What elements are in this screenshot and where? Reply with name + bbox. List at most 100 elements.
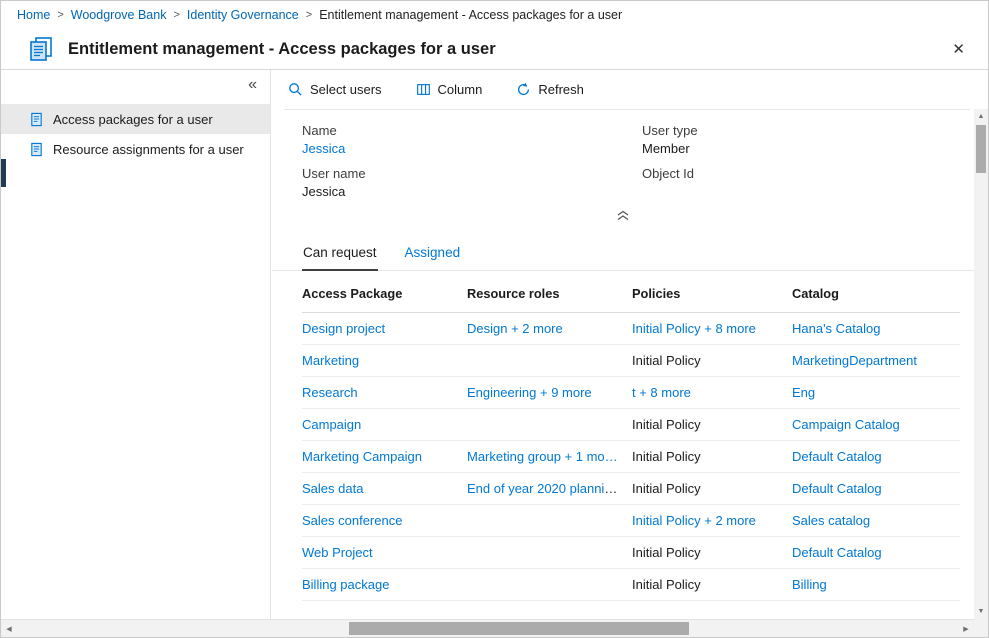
breadcrumb-current: Entitlement management - Access packages… [319, 8, 622, 22]
cell-access-package: Billing package [302, 569, 467, 601]
resource-roles-link[interactable]: Marketing group + 1 mo… [467, 449, 618, 464]
object-id-label: Object Id [642, 166, 974, 181]
cell-policies: Initial Policy [632, 569, 792, 601]
resource-assignments-icon [29, 142, 44, 157]
cell-access-package: Design project [302, 313, 467, 345]
column-button[interactable]: Column [414, 78, 485, 101]
search-icon [288, 82, 303, 97]
breadcrumb-separator: > [173, 9, 179, 21]
cell-access-package: Research [302, 377, 467, 409]
scroll-down-arrow[interactable]: ▼ [974, 604, 988, 619]
cell-policies: Initial Policy [632, 537, 792, 569]
horizontal-scroll-thumb[interactable] [349, 622, 689, 635]
field-object-id: Object Id [642, 166, 974, 200]
scroll-right-arrow[interactable]: ▶ [958, 620, 974, 637]
policies-value: Initial Policy [632, 417, 701, 432]
resource-roles-link[interactable]: Design + 2 more [467, 321, 563, 336]
resource-roles-link[interactable]: End of year 2020 plannin… [467, 481, 625, 496]
resource-roles-link[interactable]: Engineering + 9 more [467, 385, 592, 400]
tab-can-request[interactable]: Can request [302, 238, 378, 271]
breadcrumb-woodgrove-bank[interactable]: Woodgrove Bank [71, 8, 167, 22]
access-package-link[interactable]: Sales data [302, 481, 363, 496]
table-row: Research Engineering + 9 more t + 8 more… [302, 377, 960, 409]
policies-value[interactable]: t + 8 more [632, 385, 691, 400]
scrollbar-corner [974, 619, 988, 637]
sidebar: « Access packages for a user [1, 70, 271, 619]
cell-catalog: Default Catalog [792, 441, 960, 473]
access-package-link[interactable]: Research [302, 385, 358, 400]
access-package-link[interactable]: Web Project [302, 545, 373, 560]
name-label: Name [302, 123, 642, 138]
cell-catalog: Hana's Catalog [792, 313, 960, 345]
access-package-link[interactable]: Campaign [302, 417, 361, 432]
cell-catalog: Sales catalog [792, 505, 960, 537]
cell-policies: Initial Policy + 2 more [632, 505, 792, 537]
name-value-link[interactable]: Jessica [302, 141, 642, 157]
cell-policies: Initial Policy [632, 345, 792, 377]
access-packages-table: Access Package Resource roles Policies C… [302, 273, 960, 601]
user-details: Name Jessica User type Member User name … [272, 110, 974, 200]
toolbar-label: Refresh [538, 82, 584, 97]
object-id-value [642, 184, 974, 200]
access-package-link[interactable]: Design project [302, 321, 385, 336]
breadcrumb-separator: > [306, 9, 312, 21]
cell-resource-roles: Design + 2 more [467, 313, 632, 345]
table-row: Web Project Initial Policy Default Catal… [302, 537, 960, 569]
cell-catalog: Default Catalog [792, 537, 960, 569]
breadcrumb-identity-governance[interactable]: Identity Governance [187, 8, 299, 22]
policies-value: Initial Policy [632, 545, 701, 560]
horizontal-scrollbar[interactable]: ◀ ▶ [1, 619, 974, 637]
cell-access-package: Campaign [302, 409, 467, 441]
toolbar-label: Select users [310, 82, 382, 97]
access-packages-icon [29, 112, 44, 127]
sidebar-item-access-packages[interactable]: Access packages for a user [1, 104, 270, 134]
catalog-link[interactable]: Campaign Catalog [792, 417, 900, 432]
catalog-link[interactable]: Default Catalog [792, 545, 882, 560]
refresh-button[interactable]: Refresh [514, 78, 586, 101]
catalog-link[interactable]: Default Catalog [792, 481, 882, 496]
policies-value[interactable]: Initial Policy + 2 more [632, 513, 756, 528]
access-package-link[interactable]: Sales conference [302, 513, 402, 528]
sidebar-item-resource-assignments[interactable]: Resource assignments for a user [1, 134, 270, 164]
toolbar: Select users Column [272, 70, 974, 109]
tab-strip: Can request Assigned [272, 238, 974, 271]
catalog-link[interactable]: Default Catalog [792, 449, 882, 464]
tab-assigned[interactable]: Assigned [404, 238, 462, 270]
catalog-link[interactable]: Hana's Catalog [792, 321, 880, 336]
breadcrumb-home[interactable]: Home [17, 8, 50, 22]
cell-access-package: Web Project [302, 537, 467, 569]
catalog-link[interactable]: Eng [792, 385, 815, 400]
cell-resource-roles [467, 345, 632, 377]
cell-resource-roles [467, 537, 632, 569]
scroll-left-arrow[interactable]: ◀ [1, 620, 17, 637]
catalog-link[interactable]: Sales catalog [792, 513, 870, 528]
access-package-link[interactable]: Marketing Campaign [302, 449, 422, 464]
vertical-scroll-thumb[interactable] [976, 125, 986, 173]
access-package-link[interactable]: Marketing [302, 353, 359, 368]
cell-catalog: Eng [792, 377, 960, 409]
access-package-link[interactable]: Billing package [302, 577, 389, 592]
vertical-scrollbar[interactable]: ▲ ▼ [974, 109, 988, 619]
table-header-row: Access Package Resource roles Policies C… [302, 273, 960, 313]
scroll-up-arrow[interactable]: ▲ [974, 109, 988, 124]
catalog-link[interactable]: Billing [792, 577, 827, 592]
cell-resource-roles [467, 409, 632, 441]
cell-catalog: Campaign Catalog [792, 409, 960, 441]
cell-policies: t + 8 more [632, 377, 792, 409]
select-users-button[interactable]: Select users [286, 78, 384, 101]
entitlement-management-icon [27, 35, 55, 63]
policies-value: Initial Policy [632, 353, 701, 368]
cell-resource-roles: End of year 2020 plannin… [467, 473, 632, 505]
close-button[interactable]: ✕ [947, 38, 970, 60]
user-type-label: User type [642, 123, 974, 138]
catalog-link[interactable]: MarketingDepartment [792, 353, 917, 368]
col-access-package: Access Package [302, 273, 467, 313]
toolbar-label: Column [438, 82, 483, 97]
double-chevron-up-icon [616, 210, 630, 221]
cell-access-package: Sales data [302, 473, 467, 505]
sidebar-collapse-button[interactable]: « [244, 75, 261, 95]
policies-value: Initial Policy [632, 481, 701, 496]
collapse-details-button[interactable] [272, 208, 974, 222]
breadcrumb-separator: > [57, 9, 63, 21]
policies-value[interactable]: Initial Policy + 8 more [632, 321, 756, 336]
